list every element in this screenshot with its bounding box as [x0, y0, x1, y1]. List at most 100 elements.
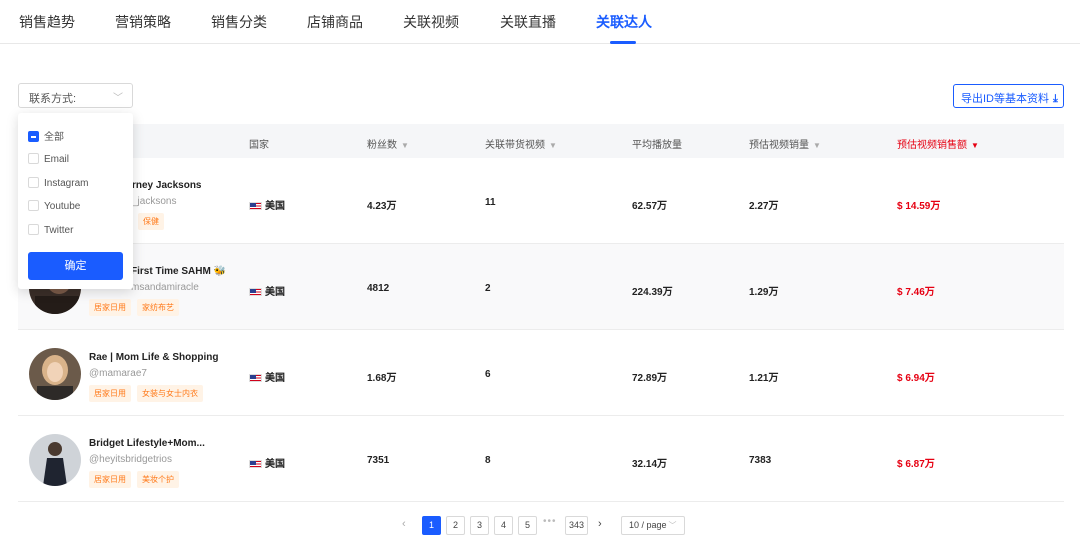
option-youtube[interactable]: Youtube — [28, 200, 80, 212]
checkbox[interactable] — [28, 177, 39, 188]
category-tag: 居家日用 — [89, 471, 131, 488]
header-est-sales-label: 预估视频销量 — [749, 140, 809, 151]
fans-cell: 4812 — [367, 283, 390, 294]
videos-cell: 2 — [485, 283, 491, 294]
est-amount-cell: $ 7.46万 — [897, 287, 935, 298]
page-ellipsis[interactable]: ••• — [543, 516, 557, 527]
checkbox[interactable] — [28, 153, 39, 164]
country-cell: 美国 — [249, 197, 285, 212]
option-label: Youtube — [44, 201, 81, 212]
page-button-4[interactable]: 4 — [494, 516, 513, 535]
country-value: 美国 — [265, 459, 285, 470]
header-country: 国家 — [249, 140, 269, 151]
category-tags: 居家日用 家纺布艺 — [89, 297, 185, 316]
est-sales-cell: 1.21万 — [749, 373, 779, 384]
country-value: 美国 — [265, 201, 285, 212]
est-amount-cell: $ 14.59万 — [897, 201, 941, 212]
us-flag-icon — [249, 202, 262, 210]
country-value: 美国 — [265, 373, 285, 384]
export-button[interactable]: 导出ID等基本资料 ⤓ — [953, 84, 1064, 108]
influencer-name[interactable]: Bridget Lifestyle+Mom... — [89, 438, 205, 449]
country-cell: 美国 — [249, 369, 285, 384]
page-button-3[interactable]: 3 — [470, 516, 489, 535]
active-tab-indicator — [610, 41, 636, 44]
option-email[interactable]: Email — [28, 153, 69, 165]
avg-play-cell: 32.14万 — [632, 459, 668, 470]
option-instagram[interactable]: Instagram — [28, 177, 88, 189]
tab-marketing-strategy[interactable]: 营销策略 — [115, 12, 171, 32]
tab-related-live[interactable]: 关联直播 — [500, 12, 556, 32]
option-label: 全部 — [44, 132, 64, 143]
influencer-handle: msandamiracle — [131, 282, 199, 293]
avg-play-cell: 62.57万 — [632, 201, 668, 212]
us-flag-icon — [249, 374, 262, 382]
header-fans[interactable]: 粉丝数 ▼ — [367, 136, 409, 151]
category-tag: 家纺布艺 — [137, 299, 179, 316]
header-videos[interactable]: 关联带货视频 ▼ — [485, 136, 557, 151]
option-label: Twitter — [44, 225, 74, 236]
category-tag: 保健 — [138, 213, 164, 230]
est-sales-cell: 7383 — [749, 455, 772, 466]
download-icon: ⤓ — [1053, 93, 1058, 105]
confirm-button[interactable]: 确定 — [28, 252, 123, 280]
tab-bar: 销售趋势 营销策略 销售分类 店铺商品 关联视频 关联直播 关联达人 — [0, 0, 1080, 44]
header-est-sales[interactable]: 预估视频销量 ▼ — [749, 136, 821, 151]
page-size-value: 10 / page — [629, 520, 667, 530]
page-button-last[interactable]: 343 — [565, 516, 588, 535]
influencer-name[interactable]: First Time SAHM 🐝 — [131, 266, 226, 277]
influencer-name[interactable]: Rae | Mom Life & Shopping — [89, 352, 218, 363]
tab-sales-category[interactable]: 销售分类 — [211, 12, 267, 32]
country-cell: 美国 — [249, 283, 285, 298]
table-row[interactable]: First Time SAHM 🐝 msandamiracle 居家日用 家纺布艺… — [18, 244, 1064, 330]
avg-play-cell: 224.39万 — [632, 287, 673, 298]
sort-icon: ▼ — [813, 141, 821, 150]
header-est-amount[interactable]: 预估视频销售额 ▼ — [897, 136, 979, 151]
us-flag-icon — [249, 460, 262, 468]
category-tags: 保健 — [138, 211, 170, 230]
option-label: Email — [44, 154, 70, 165]
tab-sales-trend[interactable]: 销售趋势 — [19, 12, 75, 32]
checkbox[interactable] — [28, 224, 39, 235]
est-sales-cell: 2.27万 — [749, 201, 779, 212]
fans-cell: 4.23万 — [367, 201, 397, 212]
est-amount-cell: $ 6.94万 — [897, 373, 935, 384]
category-tag: 女装与女士内衣 — [137, 385, 203, 402]
table-header: 国家 粉丝数 ▼ 关联带货视频 ▼ 平均播放量 预估视频销量 ▼ 预估视频销售额 ▼ — [18, 124, 1064, 158]
tab-store-products[interactable]: 店铺商品 — [307, 12, 363, 32]
page-button-2[interactable]: 2 — [446, 516, 465, 535]
fans-cell: 1.68万 — [367, 373, 397, 384]
sort-icon: ▼ — [971, 141, 979, 150]
option-label: Instagram — [44, 178, 89, 189]
option-twitter[interactable]: Twitter — [28, 224, 73, 236]
category-tag: 美妆个护 — [137, 471, 179, 488]
table-row[interactable]: Bridget Lifestyle+Mom... @heyitsbridgetr… — [18, 416, 1064, 502]
header-est-amount-label: 预估视频销售额 — [897, 140, 967, 151]
influencer-name[interactable]: rney Jacksons — [132, 180, 202, 191]
chevron-down-icon: ﹀ — [113, 93, 123, 104]
category-tags: 居家日用 女装与女士内衣 — [89, 383, 209, 402]
influencer-handle: _jacksons — [132, 196, 177, 207]
prev-page-icon[interactable]: ‹ — [402, 518, 406, 530]
videos-cell: 11 — [485, 197, 496, 208]
tab-related-influencers[interactable]: 关联达人 — [596, 12, 652, 32]
header-fans-label: 粉丝数 — [367, 140, 397, 151]
fans-cell: 7351 — [367, 455, 390, 466]
avg-play-cell: 72.89万 — [632, 373, 668, 384]
category-tag: 居家日用 — [89, 299, 131, 316]
country-value: 美国 — [265, 287, 285, 298]
table-row[interactable]: rney Jacksons _jacksons 保健 美国 4.23万 11 6… — [18, 158, 1064, 244]
table-row[interactable]: Rae | Mom Life & Shopping @mamarae7 居家日用… — [18, 330, 1064, 416]
page-size-select[interactable]: 10 / page ﹀ — [621, 516, 685, 535]
influencer-handle: @heyitsbridgetrios — [89, 454, 172, 465]
checkbox[interactable] — [28, 131, 39, 142]
influencer-handle: @mamarae7 — [89, 368, 147, 379]
page-button-1[interactable]: 1 — [422, 516, 441, 535]
page-button-5[interactable]: 5 — [518, 516, 537, 535]
export-button-label: 导出ID等基本资料 — [961, 93, 1049, 105]
option-all[interactable]: 全部 — [28, 128, 64, 143]
tab-related-videos[interactable]: 关联视频 — [403, 12, 459, 32]
checkbox[interactable] — [28, 200, 39, 211]
contact-method-select[interactable]: 联系方式: ﹀ — [18, 83, 133, 108]
next-page-icon[interactable]: › — [598, 518, 602, 530]
us-flag-icon — [249, 288, 262, 296]
